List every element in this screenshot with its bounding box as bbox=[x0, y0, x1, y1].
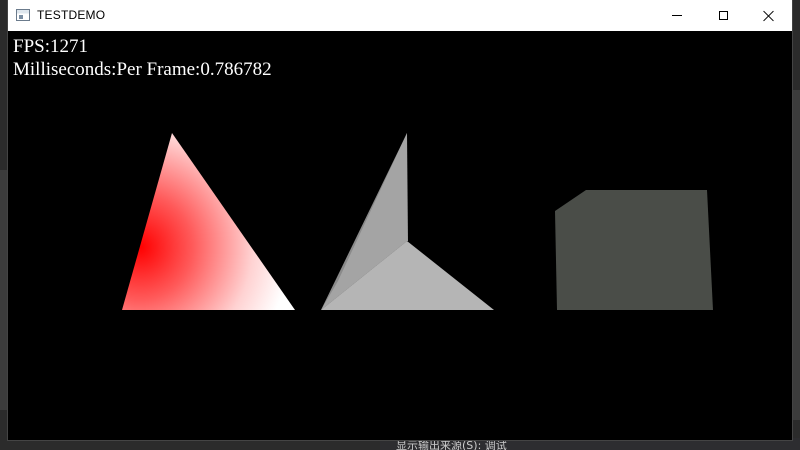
maximize-icon bbox=[718, 11, 728, 20]
app-window: TESTDEMO FPS:1271 Milliseconds:Per Frame… bbox=[8, 0, 792, 440]
close-button[interactable] bbox=[746, 0, 792, 31]
fps-readout: FPS:1271 bbox=[13, 36, 88, 57]
title-bar[interactable]: TESTDEMO bbox=[8, 0, 792, 31]
pyramid-right-face bbox=[407, 133, 408, 241]
close-icon bbox=[763, 10, 775, 22]
minimize-icon bbox=[672, 15, 682, 16]
app-window-icon bbox=[16, 9, 30, 21]
gray-pyramid bbox=[321, 133, 494, 310]
maximize-button[interactable] bbox=[700, 0, 746, 31]
background-right-panel bbox=[792, 90, 800, 420]
background-left-panel bbox=[0, 170, 8, 410]
scene-canvas bbox=[122, 133, 713, 310]
render-viewport[interactable]: FPS:1271 Milliseconds:Per Frame:0.786782 bbox=[8, 31, 792, 440]
gradient-triangle bbox=[122, 133, 295, 310]
minimize-button[interactable] bbox=[654, 0, 700, 31]
window-title: TESTDEMO bbox=[37, 8, 106, 22]
dark-gray-cube bbox=[555, 190, 713, 310]
frame-time-readout: Milliseconds:Per Frame:0.786782 bbox=[13, 59, 272, 80]
